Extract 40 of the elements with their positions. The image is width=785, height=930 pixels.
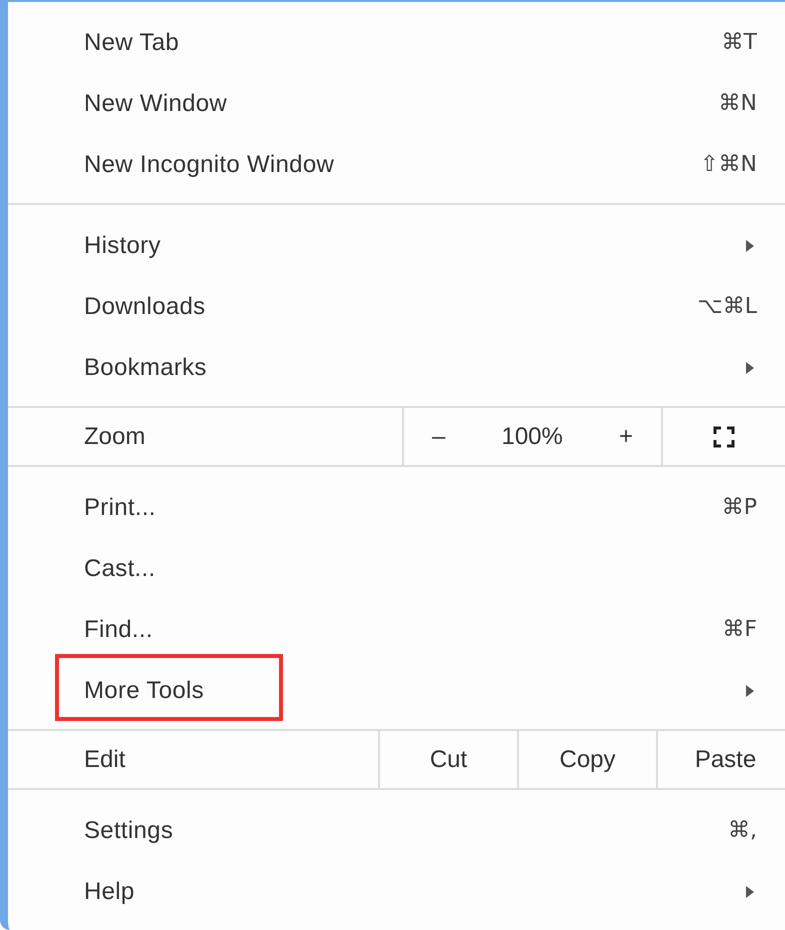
menu-item[interactable]: History (8, 215, 785, 276)
menu-item[interactable]: New Tab ⌘T (8, 12, 785, 73)
shortcut-label: ⌘, (728, 818, 757, 843)
menu-item-label: Downloads (84, 292, 206, 320)
menu-item[interactable]: Print... ⌘P (8, 477, 785, 538)
menu-item-label: History (84, 232, 162, 260)
shortcut-label: ⌥⌘L (697, 294, 757, 319)
shortcut-label: ⌘N (718, 91, 757, 116)
shortcut-label: ⌘F (722, 617, 757, 642)
menu-item-label: Cast... (84, 554, 156, 582)
zoom-label: Zoom (83, 422, 146, 452)
menu-item-label: New Incognito Window (84, 150, 336, 178)
menu-item[interactable]: Bookmarks (8, 337, 785, 398)
menu-item[interactable]: Cast... (8, 538, 785, 599)
menu-item-label: Print... (84, 494, 157, 522)
menu-item[interactable]: New Incognito Window ⇧⌘N (8, 134, 785, 195)
zoom-value: 100% (501, 422, 563, 450)
shortcut-label: ⌘P (722, 495, 757, 520)
menu-item-label: Settings (84, 816, 174, 844)
menu-item[interactable]: Find... ⌘F (8, 599, 785, 660)
fullscreen-icon[interactable] (713, 426, 735, 448)
shortcut-label: ⌘T (722, 30, 757, 55)
menu-item[interactable]: Settings ⌘, (8, 800, 785, 861)
edit-action-button[interactable]: Paste (656, 731, 785, 788)
menu-item-label: More Tools (84, 676, 205, 704)
zoom-in-button[interactable]: + (618, 422, 633, 450)
menu-item[interactable]: More Tools (8, 660, 785, 721)
menu-item[interactable]: Downloads ⌥⌘L (8, 276, 785, 337)
menu-item[interactable]: New Window ⌘N (8, 73, 785, 134)
menu-item[interactable]: Help (8, 861, 785, 922)
edit-action-button[interactable]: Cut (378, 731, 517, 788)
zoom-out-button[interactable]: – (432, 422, 446, 450)
edit-label: Edit (83, 744, 126, 774)
menu-item-label: Help (84, 878, 136, 906)
edit-action-button[interactable]: Copy (517, 731, 656, 788)
shortcut-label: ⇧⌘N (700, 152, 757, 177)
menu-item-label: Find... (84, 616, 154, 644)
menu-item-label: New Tab (84, 28, 180, 56)
menu-item-label: Bookmarks (84, 354, 208, 382)
menu-item-label: New Window (84, 90, 228, 118)
